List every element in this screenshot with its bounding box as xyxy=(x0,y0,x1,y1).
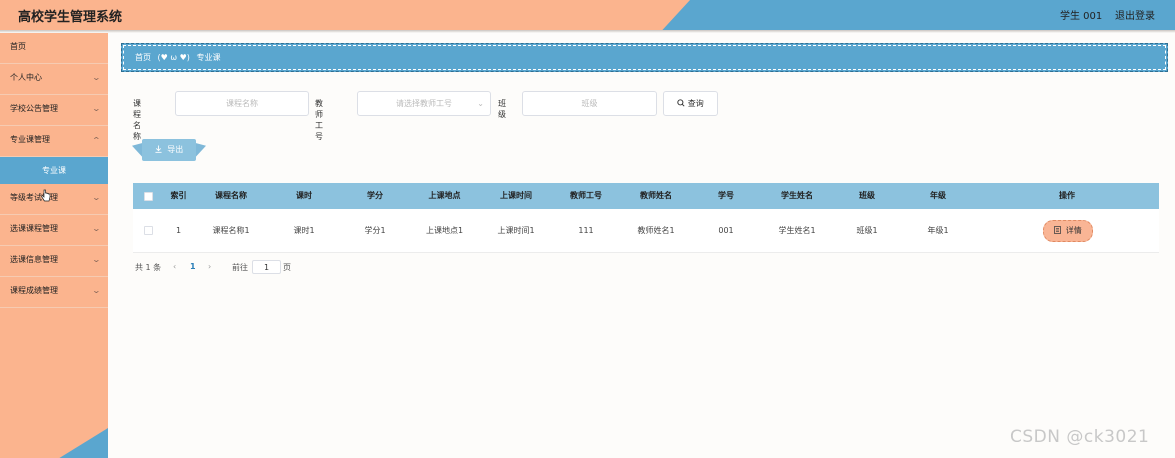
class-input[interactable] xyxy=(522,91,657,116)
course-name-label: 课程名称 xyxy=(133,99,141,141)
col-header-course-name: 课程名称 xyxy=(215,191,247,200)
prev-page-button[interactable]: ‹ xyxy=(173,262,176,271)
cell-course-name: 课程名称1 xyxy=(212,226,250,235)
chevron-up-icon: ⌄ xyxy=(91,135,102,144)
logout-link[interactable]: 退出登录 xyxy=(1115,7,1155,22)
row-checkbox[interactable] xyxy=(144,226,153,235)
sidebar-item-announcements[interactable]: 学校公告管理 ⌄ xyxy=(0,95,108,126)
header-shadow xyxy=(0,30,1175,33)
next-page-button[interactable]: › xyxy=(208,262,211,271)
cell-student-name: 学生姓名1 xyxy=(778,226,816,235)
sidebar-item-label: 个人中心 xyxy=(10,73,42,82)
breadcrumb-current: 专业课 xyxy=(196,53,221,62)
table-header: 索引 课程名称 课时 学分 上课地点 上课时间 教师工号 教师姓名 学号 学生姓… xyxy=(133,183,1159,209)
col-header-index: 索引 xyxy=(170,191,187,200)
sidebar-item-label: 选课课程管理 xyxy=(10,224,58,233)
detail-button[interactable]: 详情 xyxy=(1043,220,1093,242)
download-icon xyxy=(155,145,162,153)
cell-grade: 年级1 xyxy=(927,226,949,235)
breadcrumb: 首页 (♥ ω ♥) 专业课 xyxy=(121,43,1168,72)
chevron-down-icon: ⌄ xyxy=(91,224,102,233)
chevron-down-icon: ⌄ xyxy=(91,73,102,82)
col-header-hours: 课时 xyxy=(296,191,312,200)
cell-teacher-name: 教师姓名1 xyxy=(637,226,675,235)
goto-page-input[interactable] xyxy=(252,260,281,274)
chevron-down-icon: ⌄ xyxy=(91,286,102,295)
sidebar-item-home[interactable]: 首页 xyxy=(0,33,108,64)
teacher-id-placeholder: 请选择教师工号 xyxy=(396,99,452,108)
sidebar-item-label: 专业课管理 xyxy=(10,135,50,144)
sidebar-item-enrollment-info[interactable]: 选课信息管理 ⌄ xyxy=(0,246,108,277)
sidebar-item-label: 课程成绩管理 xyxy=(10,286,58,295)
document-icon xyxy=(1054,226,1062,234)
col-header-teacher-id: 教师工号 xyxy=(570,191,602,200)
col-header-teacher-name: 教师姓名 xyxy=(640,191,672,200)
data-table: 索引 课程名称 课时 学分 上课地点 上课时间 教师工号 教师姓名 学号 学生姓… xyxy=(133,183,1159,253)
table-row: 1 课程名称1 课时1 学分1 上课地点1 上课时间1 111 教师姓名1 00… xyxy=(133,209,1159,253)
sidebar: 首页 个人中心 ⌄ 学校公告管理 ⌄ 专业课管理 ⌄ 专业课 等级考试管理 ⌄ … xyxy=(0,33,108,458)
query-button-label: 查询 xyxy=(687,99,704,108)
sidebar-item-grades[interactable]: 课程成绩管理 ⌄ xyxy=(0,277,108,308)
breadcrumb-emoticon: (♥ ω ♥) xyxy=(157,53,190,62)
chevron-down-icon: ⌄ xyxy=(91,255,102,264)
select-all-checkbox[interactable] xyxy=(144,192,153,201)
col-header-student-id: 学号 xyxy=(718,191,734,200)
cell-hours: 课时1 xyxy=(293,226,315,235)
total-count: 共 1 条 xyxy=(135,263,162,272)
page-number-active[interactable]: 1 xyxy=(190,262,196,271)
col-header-time: 上课时间 xyxy=(500,191,532,200)
col-header-class: 班级 xyxy=(859,191,875,200)
cell-time: 上课时间1 xyxy=(497,226,535,235)
class-label: 班级 xyxy=(498,99,506,119)
app-title: 高校学生管理系统 xyxy=(18,10,123,25)
sidebar-item-label: 选课信息管理 xyxy=(10,255,58,264)
cell-teacher-id: 111 xyxy=(578,226,594,235)
col-header-actions: 操作 xyxy=(1059,191,1075,200)
page-suffix: 页 xyxy=(283,263,291,272)
sidebar-corner-decoration xyxy=(59,428,108,458)
detail-button-label: 详情 xyxy=(1065,226,1082,235)
breadcrumb-home[interactable]: 首页 xyxy=(135,53,151,62)
current-user: 学生 001 xyxy=(1060,11,1103,22)
query-button[interactable]: 查询 xyxy=(663,91,718,116)
cell-location: 上课地点1 xyxy=(425,226,464,235)
sidebar-subitem-major-course[interactable]: 专业课 xyxy=(0,157,108,184)
sidebar-item-personal-center[interactable]: 个人中心 ⌄ xyxy=(0,64,108,95)
sidebar-item-label: 学校公告管理 xyxy=(10,104,58,113)
export-button[interactable]: 导出 xyxy=(142,139,196,161)
sidebar-item-major-courses[interactable]: 专业课管理 ⌄ xyxy=(0,126,108,157)
sidebar-subitem-label: 专业课 xyxy=(42,166,66,175)
col-header-credits: 学分 xyxy=(367,191,383,200)
col-header-student-name: 学生姓名 xyxy=(781,191,813,200)
cell-student-id: 001 xyxy=(718,226,734,235)
hand-cursor-icon xyxy=(41,189,51,202)
search-icon xyxy=(677,99,685,107)
col-header-grade: 年级 xyxy=(930,191,946,200)
chevron-down-icon: ⌄ xyxy=(91,193,102,202)
cell-class: 班级1 xyxy=(856,226,878,235)
export-wrapper: 导出 xyxy=(132,139,206,161)
col-header-location: 上课地点 xyxy=(428,191,461,200)
chevron-down-icon: ⌄ xyxy=(477,99,484,108)
sidebar-item-level-exams[interactable]: 等级考试管理 ⌄ xyxy=(0,184,108,215)
goto-label: 前往 xyxy=(232,263,248,272)
export-button-label: 导出 xyxy=(167,145,184,154)
course-name-input[interactable] xyxy=(175,91,309,116)
chevron-down-icon: ⌄ xyxy=(91,104,102,113)
sidebar-item-elective-courses[interactable]: 选课课程管理 ⌄ xyxy=(0,215,108,246)
watermark: CSDN @ck3021 xyxy=(1010,427,1150,447)
cell-credits: 学分1 xyxy=(364,226,386,235)
cell-index: 1 xyxy=(175,226,182,235)
sidebar-item-label: 首页 xyxy=(10,42,26,51)
top-header: 高校学生管理系统 学生 001 退出登录 xyxy=(0,0,1175,30)
teacher-id-label: 教师工号 xyxy=(315,99,323,141)
teacher-id-select[interactable]: 请选择教师工号 ⌄ xyxy=(357,91,491,116)
